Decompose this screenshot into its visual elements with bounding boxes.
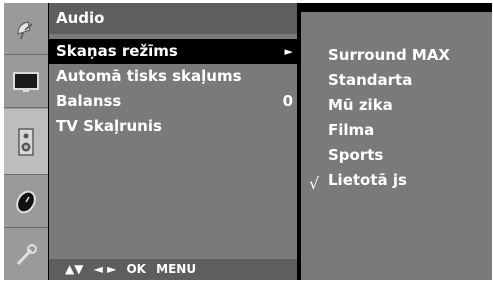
submenu-option[interactable]: Sports [328,146,383,164]
submenu-arrow-icon: ► [284,45,293,58]
left-right-arrows-icon: ◄ ► [93,262,117,276]
submenu-option[interactable]: Mū zika [328,96,393,114]
tv-screen-icon[interactable] [4,56,48,108]
speaker-icon[interactable] [4,109,48,175]
menu-item-list: Skaņas režīms ► Automā tisks skaļums Bal… [49,39,297,139]
wrench-icon[interactable] [4,229,48,280]
menu-item-label: TV Skaļrunis [56,117,162,135]
menu-item-balance[interactable]: Balanss 0 [49,89,297,114]
menu-item-label: Skaņas režīms [56,42,178,60]
up-down-arrows-icon: ▲▼ [65,262,84,276]
ok-hint: OK [126,262,146,276]
clock-icon[interactable] [4,176,48,228]
menu-item-label: Balanss [56,92,122,110]
menu-item-label: Automā tisks skaļums [56,67,242,85]
menu-title: Audio [49,3,297,34]
menu-item-sound-mode[interactable]: Skaņas režīms ► [49,39,297,64]
menu-item-auto-volume[interactable]: Automā tisks skaļums [49,64,297,89]
osd-window: Audio Skaņas režīms ► Automā tisks skaļu… [4,3,492,280]
audio-menu-panel: Audio Skaņas režīms ► Automā tisks skaļu… [49,3,297,280]
menu-item-tv-speaker[interactable]: TV Skaļrunis [49,114,297,139]
checkmark-icon: √ [309,174,320,193]
navigation-hint-bar: ▲▼ ◄ ► OK MENU [49,259,297,280]
submenu-option[interactable]: Surround MAX [328,46,450,64]
submenu-option[interactable]: Filma [328,121,374,139]
menu-hint: MENU [156,262,197,276]
balance-value: 0 [282,92,293,110]
submenu-option[interactable]: Standarta [328,71,412,89]
submenu-option-selected[interactable]: Lietotā js [328,171,407,189]
satellite-dish-icon[interactable] [4,3,48,55]
sound-mode-submenu: Surround MAX Standarta Mū zika Filma Spo… [301,12,492,280]
category-icon-bar [4,3,48,280]
